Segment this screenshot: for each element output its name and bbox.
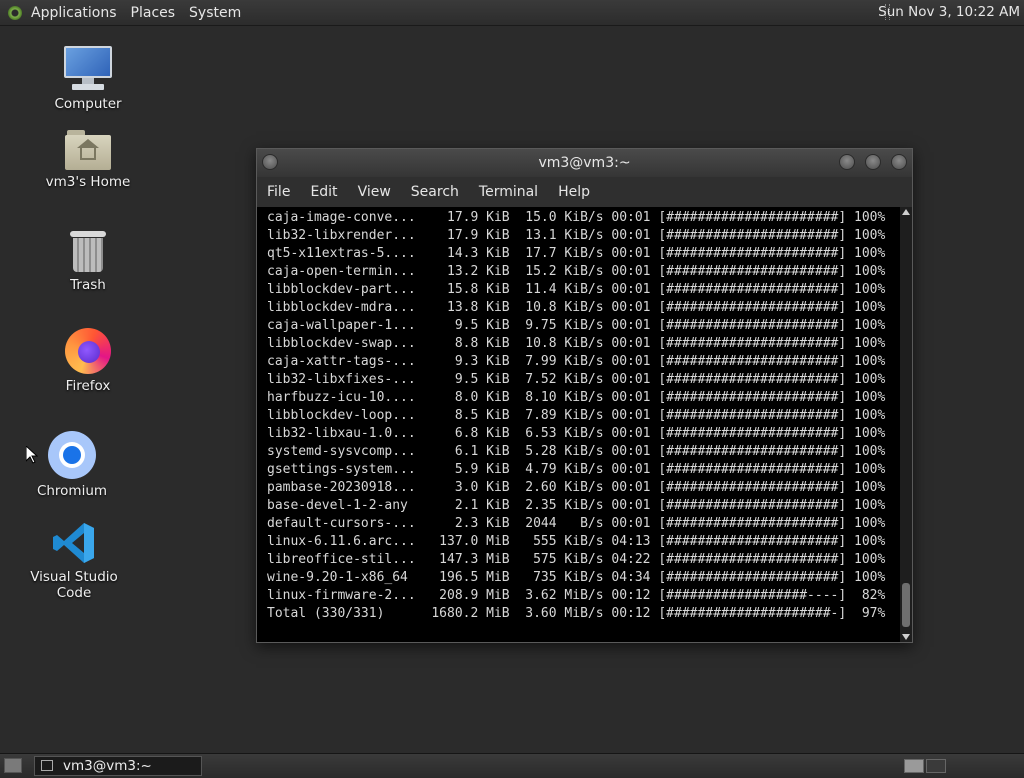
desktop-icon-vscode[interactable]: Visual Studio Code <box>14 521 134 601</box>
terminal-window[interactable]: vm3@vm3:~ File Edit View Search Terminal… <box>256 148 913 643</box>
applications-menu[interactable]: Applications <box>24 5 124 21</box>
workspace-1[interactable] <box>904 759 924 773</box>
close-button[interactable] <box>891 154 907 170</box>
firefox-icon <box>65 328 111 374</box>
terminal-line: Total (330/331) 1680.2 MiB 3.60 MiB/s 00… <box>267 606 886 621</box>
terminal-line: default-cursors-... 2.3 KiB 2044 B/s 00:… <box>267 516 886 531</box>
desktop-icon-label: Firefox <box>65 378 111 394</box>
terminal-line: linux-firmware-2... 208.9 MiB 3.62 MiB/s… <box>267 588 886 603</box>
window-title: vm3@vm3:~ <box>538 155 631 171</box>
terminal-line: libblockdev-mdra... 13.8 KiB 10.8 KiB/s … <box>267 300 886 315</box>
desktop-icon-label: Visual Studio Code <box>30 569 118 601</box>
mate-logo-icon[interactable] <box>8 5 22 20</box>
bottom-panel: vm3@vm3:~ <box>0 753 1024 778</box>
terminal-line: caja-open-termin... 13.2 KiB 15.2 KiB/s … <box>267 264 886 279</box>
scroll-down-arrow-icon[interactable] <box>902 634 910 640</box>
menu-file[interactable]: File <box>257 184 300 200</box>
maximize-button[interactable] <box>865 154 881 170</box>
terminal-menubar: File Edit View Search Terminal Help <box>257 177 912 207</box>
menu-help[interactable]: Help <box>548 184 600 200</box>
scroll-up-arrow-icon[interactable] <box>902 209 910 215</box>
window-titlebar[interactable]: vm3@vm3:~ <box>257 149 912 177</box>
top-panel: Applications Places System Sun Nov 3, 10… <box>0 0 1024 26</box>
desktop-icon-label: Computer <box>54 96 122 112</box>
desktop-icon-label: vm3's Home <box>45 174 131 190</box>
taskbar-window-button[interactable]: vm3@vm3:~ <box>34 756 202 776</box>
home-folder-icon <box>65 130 111 170</box>
terminal-line: gsettings-system... 5.9 KiB 4.79 KiB/s 0… <box>267 462 886 477</box>
desktop-icon-label: Chromium <box>36 483 108 499</box>
scrollbar-thumb[interactable] <box>902 583 910 627</box>
terminal-output[interactable]: caja-image-conve... 17.9 KiB 15.0 KiB/s … <box>267 209 902 629</box>
show-desktop-icon[interactable] <box>4 758 22 773</box>
desktop-icon-home[interactable]: vm3's Home <box>28 130 148 190</box>
terminal-line: base-devel-1-2-any 2.1 KiB 2.35 KiB/s 00… <box>267 498 886 513</box>
terminal-line: lib32-libxrender... 17.9 KiB 13.1 KiB/s … <box>267 228 886 243</box>
vscode-icon <box>52 521 96 565</box>
terminal-line: libblockdev-loop... 8.5 KiB 7.89 KiB/s 0… <box>267 408 886 423</box>
terminal-line: systemd-sysvcomp... 6.1 KiB 5.28 KiB/s 0… <box>267 444 886 459</box>
menu-view[interactable]: View <box>348 184 401 200</box>
terminal-line: caja-xattr-tags-... 9.3 KiB 7.99 KiB/s 0… <box>267 354 886 369</box>
terminal-line: libblockdev-part... 15.8 KiB 11.4 KiB/s … <box>267 282 886 297</box>
terminal-line: lib32-libxfixes-... 9.5 KiB 7.52 KiB/s 0… <box>267 372 886 387</box>
terminal-line: libreoffice-stil... 147.3 MiB 575 KiB/s … <box>267 552 886 567</box>
chromium-icon <box>48 431 96 479</box>
minimize-button[interactable] <box>839 154 855 170</box>
desktop-icon-chromium[interactable]: Chromium <box>12 431 132 499</box>
clock[interactable]: Sun Nov 3, 10:22 AM <box>878 0 1020 25</box>
desktop-icon-firefox[interactable]: Firefox <box>28 328 148 394</box>
terminal-line: linux-6.11.6.arc... 137.0 MiB 555 KiB/s … <box>267 534 886 549</box>
trash-icon <box>70 229 106 273</box>
terminal-line: caja-image-conve... 17.9 KiB 15.0 KiB/s … <box>267 210 886 225</box>
terminal-icon <box>41 760 53 771</box>
terminal-line: lib32-libxau-1.0... 6.8 KiB 6.53 KiB/s 0… <box>267 426 886 441</box>
system-menu[interactable]: System <box>182 5 248 21</box>
terminal-line: wine-9.20-1-x86_64 196.5 MiB 735 KiB/s 0… <box>267 570 886 585</box>
terminal-line: harfbuzz-icu-10.... 8.0 KiB 8.10 KiB/s 0… <box>267 390 886 405</box>
workspace-2[interactable] <box>926 759 946 773</box>
menu-terminal[interactable]: Terminal <box>469 184 548 200</box>
desktop-icon-trash[interactable]: Trash <box>28 229 148 293</box>
desktop-icon-computer[interactable]: Computer <box>28 46 148 112</box>
computer-icon <box>64 46 112 92</box>
menu-edit[interactable]: Edit <box>300 184 347 200</box>
terminal-scrollbar[interactable] <box>900 207 912 642</box>
terminal-line: caja-wallpaper-1... 9.5 KiB 9.75 KiB/s 0… <box>267 318 886 333</box>
terminal-line: qt5-x11extras-5.... 14.3 KiB 17.7 KiB/s … <box>267 246 886 261</box>
menu-search[interactable]: Search <box>401 184 469 200</box>
window-menu-icon[interactable] <box>262 154 278 170</box>
terminal-line: pambase-20230918... 3.0 KiB 2.60 KiB/s 0… <box>267 480 886 495</box>
desktop-icon-label: Trash <box>70 277 106 293</box>
terminal-line: libblockdev-swap... 8.8 KiB 10.8 KiB/s 0… <box>267 336 886 351</box>
places-menu[interactable]: Places <box>124 5 183 21</box>
taskbar-window-label: vm3@vm3:~ <box>63 758 152 774</box>
